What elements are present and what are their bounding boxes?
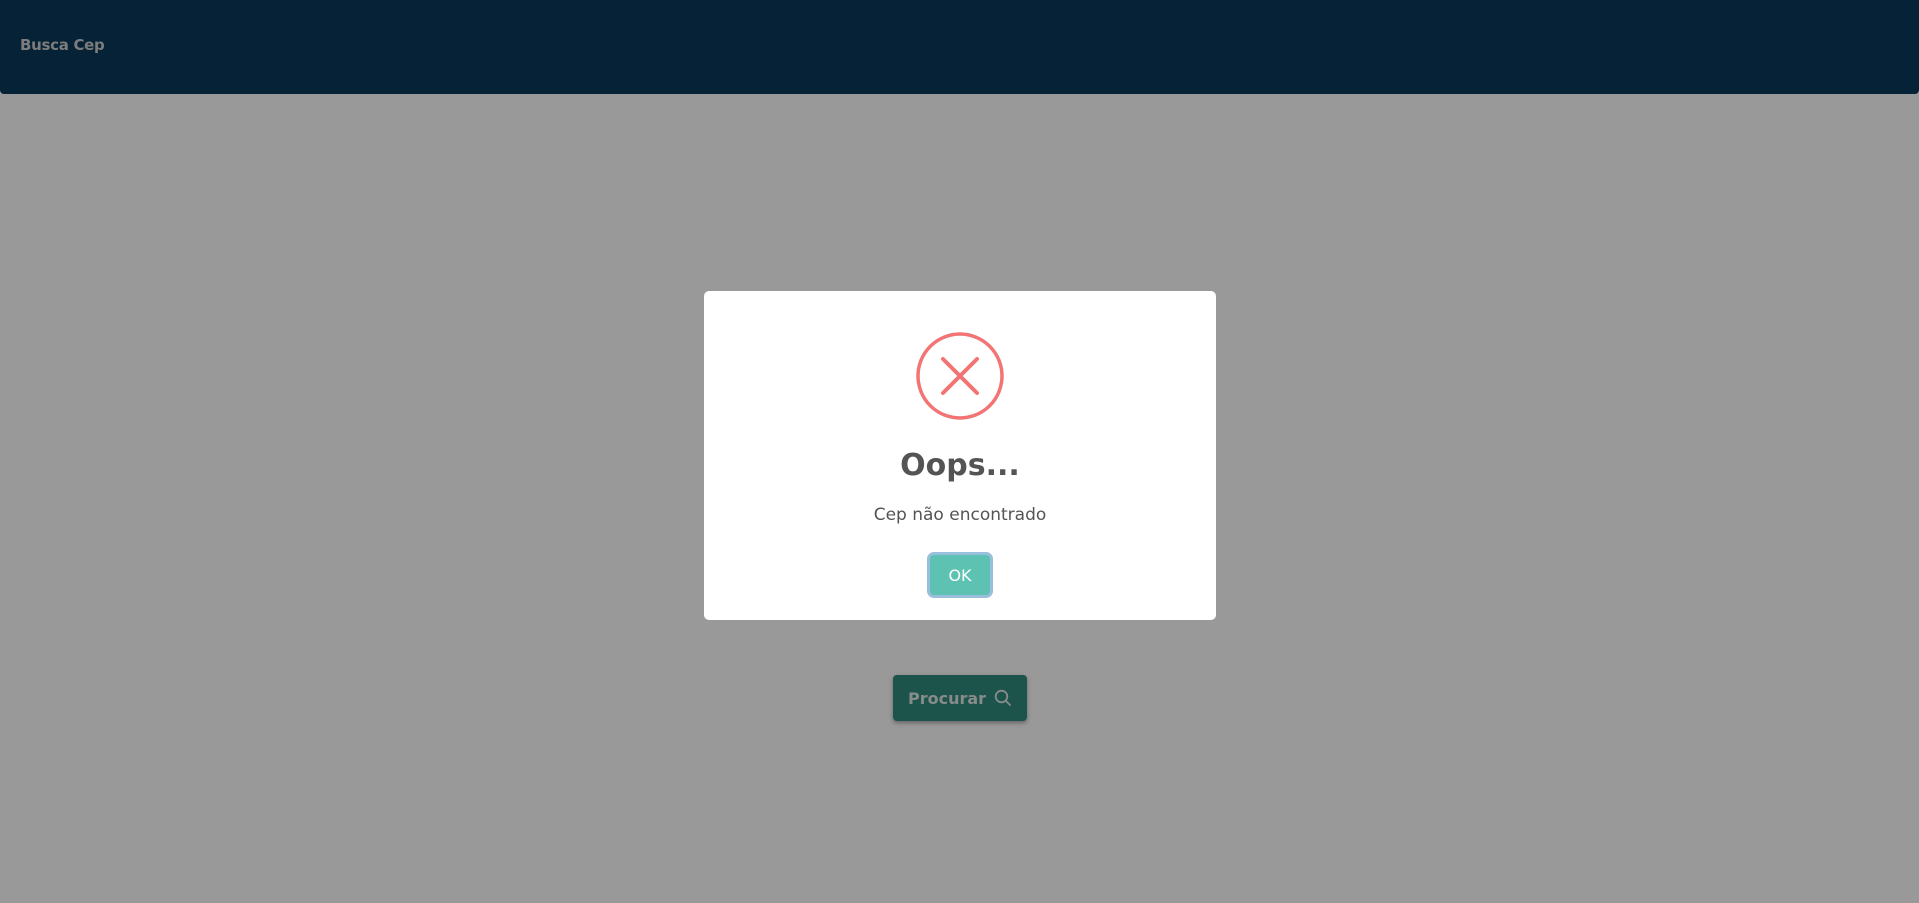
dialog-title: Oops...	[900, 448, 1020, 483]
error-x-icon	[915, 331, 1005, 421]
error-dialog: Oops... Cep não encontrado OK	[704, 291, 1216, 620]
dialog-message: Cep não encontrado	[873, 505, 1047, 525]
page: Busca Cep Procurar Oops... Cep não encon…	[0, 0, 1919, 903]
ok-button[interactable]: OK	[930, 555, 990, 595]
